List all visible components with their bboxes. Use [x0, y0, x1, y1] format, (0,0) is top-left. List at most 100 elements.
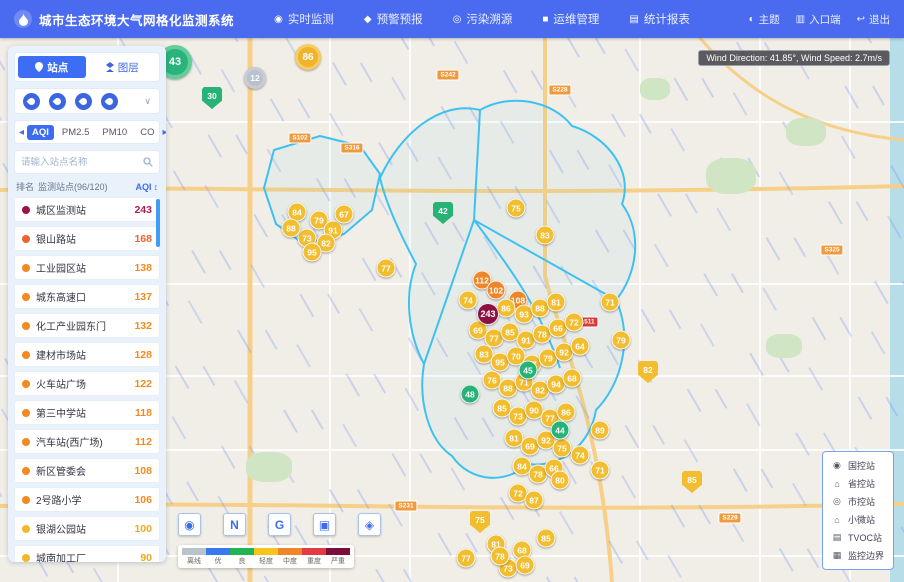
station-marker[interactable]: 77	[457, 549, 476, 568]
legend-row: ⌂ 省控站	[832, 477, 884, 490]
legend-type-icon: ⌂	[832, 479, 842, 489]
legend-type-icon: ▦	[832, 550, 842, 561]
nav-menu-item[interactable]: ◆ 预警预报	[364, 11, 423, 27]
header-action-link[interactable]: ◐ 主题	[749, 12, 780, 27]
station-name: 2号路小学	[36, 492, 128, 507]
app-window: 城市生态环境大气网格化监测系统 ◉ 实时监测 ◆ 预警预报 ◎ 污染溯源 ■ 运…	[0, 0, 904, 582]
pollutant-chip-aqi[interactable]: AQI	[27, 125, 54, 140]
pollutant-chip[interactable]: CO	[135, 125, 159, 140]
station-marker[interactable]: 79	[612, 331, 631, 350]
station-list-item[interactable]: 工业园区站 138	[14, 255, 160, 280]
station-marker[interactable]: 71	[601, 293, 620, 312]
station-marker[interactable]: 83	[536, 226, 555, 245]
aqi-legend-segment	[230, 548, 254, 555]
metric-column-label[interactable]: AQI	[135, 182, 151, 192]
nav-menu-item[interactable]: ◉ 实时监测	[274, 11, 334, 27]
nav-item-label: 污染溯源	[466, 11, 512, 27]
station-marker[interactable]: 86	[497, 299, 516, 318]
station-marker[interactable]: 78	[491, 547, 510, 566]
legend-type-icon: ⌂	[832, 515, 842, 525]
filter-icon-4[interactable]	[101, 93, 118, 110]
station-marker[interactable]: 45	[519, 361, 538, 380]
map-control-button[interactable]: ◈	[358, 513, 381, 536]
station-aqi-value: 108	[134, 465, 152, 477]
station-marker[interactable]: 48	[461, 385, 480, 404]
station-marker[interactable]: 243	[477, 303, 499, 325]
filter-icon-2[interactable]	[49, 93, 66, 110]
filter-icon-3[interactable]	[75, 93, 92, 110]
station-list-item[interactable]: 城区监测站 243	[14, 197, 160, 222]
search-input[interactable]	[21, 157, 143, 168]
station-marker[interactable]: 68	[563, 369, 582, 388]
filter-icon-1[interactable]	[23, 93, 40, 110]
station-list-item[interactable]: 2号路小学 106	[14, 487, 160, 512]
station-marker[interactable]: 85	[537, 529, 556, 548]
header-action-link[interactable]: ↩ 退出	[857, 12, 890, 27]
station-list-header: 排名 监测站点(96/120) AQI ↕	[14, 180, 160, 193]
station-marker[interactable]: 75	[553, 439, 572, 458]
station-ranking-list: 城区监测站 243 银山路站 168 工业园区站 138 城东高速口 137	[14, 197, 160, 562]
station-type-legend: ◉ 国控站 ⌂ 省控站 ◎ 市控站 ⌂ 小微站 ▤ TVOC站 ▦ 监控边界	[822, 451, 894, 570]
pollutant-chip[interactable]: PM2.5	[57, 125, 94, 140]
station-name: 建材市场站	[36, 347, 128, 362]
map-control-button[interactable]: ▣	[313, 513, 336, 536]
list-scrollbar[interactable]	[156, 199, 160, 247]
station-list-item[interactable]: 银山路站 168	[14, 226, 160, 251]
pollutant-prev-arrow[interactable]: ◂	[19, 127, 24, 138]
tab-layers[interactable]: 图层	[89, 56, 157, 78]
station-marker[interactable]: 69	[516, 556, 535, 575]
nav-menu-item[interactable]: ◎ 污染溯源	[453, 11, 513, 27]
station-name: 化工产业园东门	[36, 318, 128, 333]
station-marker[interactable]: 89	[591, 421, 610, 440]
station-marker[interactable]: 74	[459, 291, 478, 310]
station-list-item[interactable]: 汽车站(西广场) 112	[14, 429, 160, 454]
station-list-item[interactable]: 城南加工厂 90	[14, 545, 160, 562]
station-list-item[interactable]: 建材市场站 128	[14, 342, 160, 367]
sort-icon[interactable]: ↕	[154, 182, 159, 192]
legend-type-icon: ◎	[832, 496, 842, 507]
station-marker[interactable]: 81	[547, 293, 566, 312]
map-control-button[interactable]: N	[223, 513, 246, 536]
station-list-item[interactable]: 银湖公园站 100	[14, 516, 160, 541]
station-list-item[interactable]: 火车站广场 122	[14, 371, 160, 396]
map-control-button[interactable]: G	[268, 513, 291, 536]
tab-stations[interactable]: 站点	[18, 56, 86, 78]
station-marker[interactable]: 12	[244, 67, 266, 89]
station-list-item[interactable]: 城东高速口 137	[14, 284, 160, 309]
station-marker[interactable]: 74	[571, 446, 590, 465]
station-marker[interactable]: 86	[295, 44, 321, 70]
station-marker[interactable]: 80	[551, 471, 570, 490]
station-marker[interactable]: 77	[377, 259, 396, 278]
legend-row: ⌂ 小微站	[832, 513, 884, 526]
tab-stations-label: 站点	[47, 60, 68, 75]
station-marker[interactable]: 102	[487, 281, 506, 300]
station-marker[interactable]: 87	[525, 491, 544, 510]
map-canvas[interactable]: S102S316S242S228S325G1511S229S320S231 43…	[0, 38, 904, 582]
nav-item-icon: ◆	[364, 14, 372, 25]
station-marker[interactable]: 64	[571, 337, 590, 356]
nav-menu-item[interactable]: ■ 运维管理	[542, 11, 599, 27]
nav-menu-item[interactable]: ▤ 统计报表	[629, 11, 689, 27]
station-marker[interactable]: 75	[507, 199, 526, 218]
station-marker[interactable]: 67	[335, 205, 354, 224]
station-list-item[interactable]: 第三中学站 118	[14, 400, 160, 425]
pollutant-next-arrow[interactable]: ▸	[162, 127, 166, 138]
station-marker[interactable]: 86	[557, 403, 576, 422]
station-aqi-value: 112	[135, 436, 152, 448]
aqi-level-dot	[22, 235, 30, 243]
station-list-item[interactable]: 化工产业园东门 132	[14, 313, 160, 338]
station-marker[interactable]: 88	[282, 219, 301, 238]
aqi-legend-segment	[302, 548, 326, 555]
station-search-box	[14, 150, 160, 174]
map-control-button[interactable]: ◉	[178, 513, 201, 536]
station-marker[interactable]: 95	[303, 243, 322, 262]
station-list-item[interactable]: 新区管委会 108	[14, 458, 160, 483]
pollutant-chip[interactable]: PM10	[97, 125, 132, 140]
chevron-down-icon[interactable]: ∨	[144, 96, 151, 107]
station-aqi-value: 106	[134, 494, 152, 506]
station-marker[interactable]: 72	[565, 313, 584, 332]
droplet-icon	[105, 96, 115, 106]
station-marker[interactable]: 44	[551, 421, 570, 440]
station-marker[interactable]: 71	[591, 461, 610, 480]
header-action-link[interactable]: ▥ 入口端	[796, 12, 841, 27]
